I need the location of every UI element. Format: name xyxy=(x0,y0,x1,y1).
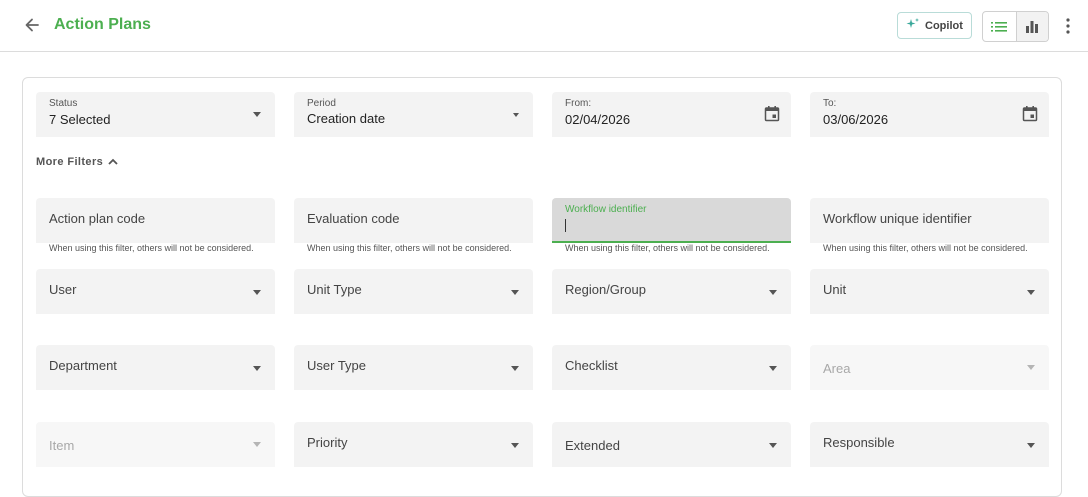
evaluation-code-field[interactable]: Evaluation code xyxy=(294,198,533,243)
workflow-identifier-field[interactable]: Workflow identifier xyxy=(552,198,791,243)
item-placeholder: Item xyxy=(49,438,75,453)
dropdown-caret-icon xyxy=(253,442,261,447)
priority-select[interactable]: Priority xyxy=(294,422,533,467)
arrow-left-icon[interactable] xyxy=(22,15,42,35)
filter-hint: When using this filter, others will not … xyxy=(565,243,770,253)
calendar-icon[interactable] xyxy=(764,105,780,127)
kebab-menu-icon[interactable] xyxy=(1058,15,1078,37)
dropdown-caret-icon xyxy=(769,366,777,371)
to-date-field[interactable]: To: 03/06/2026 xyxy=(810,92,1049,137)
period-value: Creation date xyxy=(307,111,386,126)
dropdown-caret-icon xyxy=(513,113,519,117)
area-placeholder: Area xyxy=(823,361,851,376)
unit-type-select[interactable]: Unit Type xyxy=(294,269,533,314)
dropdown-caret-icon xyxy=(769,443,777,448)
unit-type-placeholder: Unit Type xyxy=(307,282,362,297)
workflow-identifier-label: Workflow identifier xyxy=(565,204,647,215)
item-select: Item xyxy=(36,422,275,467)
bar-chart-icon[interactable] xyxy=(1015,12,1048,41)
dropdown-caret-icon xyxy=(1027,290,1035,295)
checklist-select[interactable]: Checklist xyxy=(552,345,791,390)
action-plan-code-placeholder: Action plan code xyxy=(49,211,146,226)
copilot-label: Copilot xyxy=(925,19,963,32)
text-cursor xyxy=(565,219,566,232)
from-label: From: xyxy=(565,98,592,109)
more-filters-toggle[interactable]: More Filters xyxy=(36,156,118,168)
calendar-icon[interactable] xyxy=(1022,105,1038,127)
page-title: Action Plans xyxy=(54,16,151,33)
chevron-up-icon xyxy=(108,156,118,168)
dropdown-caret-icon xyxy=(769,290,777,295)
status-select[interactable]: Status 7 Selected xyxy=(36,92,275,137)
copilot-button[interactable]: Copilot xyxy=(897,12,972,39)
user-placeholder: User xyxy=(49,282,77,297)
user-type-select[interactable]: User Type xyxy=(294,345,533,390)
period-select[interactable]: Period Creation date xyxy=(294,92,533,137)
to-label: To: xyxy=(823,98,837,109)
extended-select[interactable]: Extended xyxy=(552,422,791,467)
dropdown-caret-icon xyxy=(253,366,261,371)
extended-placeholder: Extended xyxy=(565,438,620,453)
filter-hint: When using this filter, others will not … xyxy=(49,243,254,253)
list-view-icon[interactable] xyxy=(983,12,1016,41)
unit-select[interactable]: Unit xyxy=(810,269,1049,314)
action-plan-code-field[interactable]: Action plan code xyxy=(36,198,275,243)
top-bar: Action Plans Copilot xyxy=(0,0,1088,52)
department-placeholder: Department xyxy=(49,358,117,373)
user-select[interactable]: User xyxy=(36,269,275,314)
from-date-field[interactable]: From: 02/04/2026 xyxy=(552,92,791,137)
workflow-unique-identifier-field[interactable]: Workflow unique identifier xyxy=(810,198,1049,243)
period-label: Period xyxy=(307,98,336,109)
filter-hint: When using this filter, others will not … xyxy=(307,243,512,253)
more-filters-label: More Filters xyxy=(36,156,104,168)
user-type-placeholder: User Type xyxy=(307,358,367,373)
priority-placeholder: Priority xyxy=(307,435,348,450)
region-group-select[interactable]: Region/Group xyxy=(552,269,791,314)
sparkle-icon xyxy=(906,17,920,34)
responsible-select[interactable]: Responsible xyxy=(810,422,1049,467)
status-value: 7 Selected xyxy=(49,112,111,127)
checklist-placeholder: Checklist xyxy=(565,358,618,373)
dropdown-caret-icon xyxy=(1027,443,1035,448)
unit-placeholder: Unit xyxy=(823,282,847,297)
region-group-placeholder: Region/Group xyxy=(565,282,646,297)
dropdown-caret-icon xyxy=(253,290,261,295)
evaluation-code-placeholder: Evaluation code xyxy=(307,211,400,226)
responsible-placeholder: Responsible xyxy=(823,435,895,450)
from-value: 02/04/2026 xyxy=(565,112,631,127)
area-select: Area xyxy=(810,345,1049,390)
department-select[interactable]: Department xyxy=(36,345,275,390)
dropdown-caret-icon xyxy=(1027,365,1035,370)
view-toggle xyxy=(982,11,1049,42)
dropdown-caret-icon xyxy=(511,290,519,295)
dropdown-caret-icon xyxy=(253,112,261,117)
dropdown-caret-icon xyxy=(511,366,519,371)
workflow-unique-identifier-placeholder: Workflow unique identifier xyxy=(823,211,972,226)
dropdown-caret-icon xyxy=(511,443,519,448)
status-label: Status xyxy=(49,98,78,109)
filter-hint: When using this filter, others will not … xyxy=(823,243,1028,253)
to-value: 03/06/2026 xyxy=(823,112,889,127)
